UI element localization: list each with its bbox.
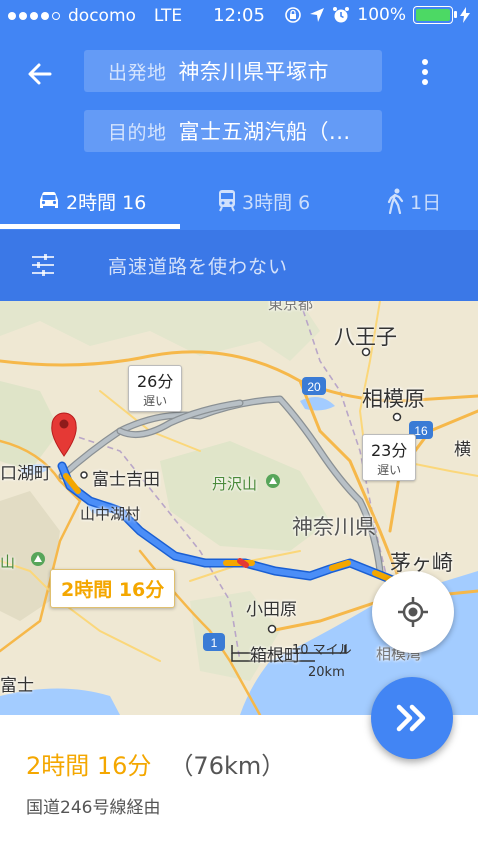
- tab-transit-label: 3時間 6: [242, 191, 311, 214]
- alarm-icon: [333, 7, 350, 23]
- car-icon: [40, 192, 58, 208]
- alt-route-time: 26分: [137, 372, 174, 391]
- status-bar: docomo LTE 12:05 100%: [0, 0, 478, 32]
- route-duration: 2時間 16分: [26, 752, 152, 780]
- road-shield-20: 20: [302, 377, 326, 395]
- travel-mode-tabs: 2時間 16 3時間 6 1日: [0, 172, 478, 230]
- place-label: 丹沢山: [212, 475, 258, 493]
- battery-icon: [413, 6, 457, 24]
- scale-miles: 10 マイル: [292, 643, 352, 658]
- place-label: 東京都: [268, 301, 314, 313]
- alt-route-note: 遅い: [143, 394, 168, 408]
- place-label: 八王子: [334, 325, 397, 349]
- road-shield-1: 1: [203, 633, 225, 651]
- route-via: 国道246号線経由: [26, 798, 161, 818]
- tab-walking-label: 1日: [410, 191, 442, 214]
- place-label: 相模原: [362, 387, 425, 411]
- mountain-icon: [266, 474, 280, 488]
- tune-icon: [32, 254, 54, 276]
- tab-driving-label: 2時間 16: [66, 191, 147, 214]
- place-label: 山: [0, 553, 16, 571]
- origin-label: 出発地: [108, 61, 167, 84]
- svg-text:16: 16: [414, 424, 428, 438]
- selected-tab-indicator: [0, 224, 180, 229]
- destination-value: 富士五湖汽船（...: [178, 120, 351, 144]
- route-summary[interactable]: 2時間 16分 （76km）: [26, 746, 285, 781]
- svg-text:20: 20: [307, 380, 321, 394]
- place-label: 横: [454, 440, 471, 460]
- avoid-highways-option: 高速道路を使わない: [108, 256, 289, 278]
- route-time-label[interactable]: 2時間 16分: [50, 569, 176, 608]
- route-map[interactable]: 20 16 1 東京都 八王子 相模原 横 口湖町 富士吉田 山中湖村 丹沢山 …: [0, 301, 478, 715]
- location-arrow-icon: [310, 8, 325, 22]
- back-button[interactable]: [22, 56, 58, 92]
- scale-km: 20km: [308, 665, 345, 680]
- directions-header: docomo LTE 12:05 100% 出発地 神奈川県平塚市 目的地 富士…: [0, 0, 478, 230]
- my-location-button[interactable]: [372, 571, 454, 653]
- arrow-back-icon: [28, 63, 52, 85]
- tab-walking[interactable]: 1日: [386, 172, 441, 230]
- train-icon: [219, 190, 235, 212]
- destination-label: 目的地: [108, 121, 167, 144]
- route-distance: （76km）: [169, 752, 286, 780]
- place-label: 口湖町: [0, 464, 51, 484]
- place-label: 神奈川県: [292, 515, 376, 539]
- my-location-icon: [398, 597, 428, 627]
- alt-route-note: 遅い: [377, 463, 402, 477]
- place-label: 小田原: [246, 600, 297, 620]
- double-chevron-right-icon: [396, 704, 426, 732]
- battery-percent: 100%: [357, 5, 406, 25]
- place-label: 富士吉田: [92, 470, 160, 490]
- origin-value: 神奈川県平塚市: [178, 60, 330, 84]
- start-navigation-button[interactable]: [371, 677, 453, 759]
- walk-icon: [387, 188, 404, 214]
- mountain-icon: [31, 552, 45, 566]
- alt-route-time: 23分: [371, 441, 408, 460]
- route-options-bar[interactable]: 高速道路を使わない: [0, 230, 478, 301]
- alt-route-callout[interactable]: 23分 遅い: [362, 434, 417, 481]
- svg-text:1: 1: [211, 636, 218, 650]
- alt-route-callout[interactable]: 26分 遅い: [128, 365, 183, 412]
- destination-field[interactable]: 目的地 富士五湖汽船（...: [84, 110, 382, 152]
- origin-field[interactable]: 出発地 神奈川県平塚市: [84, 50, 382, 92]
- tab-driving[interactable]: 2時間 16: [36, 172, 146, 230]
- rotation-lock-icon: [285, 7, 302, 23]
- more-vert-icon: [422, 59, 428, 85]
- more-options-button[interactable]: [408, 54, 442, 90]
- place-label: 富士: [0, 676, 34, 696]
- place-label: 山中湖村: [80, 505, 141, 523]
- charging-icon: [460, 7, 470, 23]
- tab-transit[interactable]: 3時間 6: [216, 172, 310, 230]
